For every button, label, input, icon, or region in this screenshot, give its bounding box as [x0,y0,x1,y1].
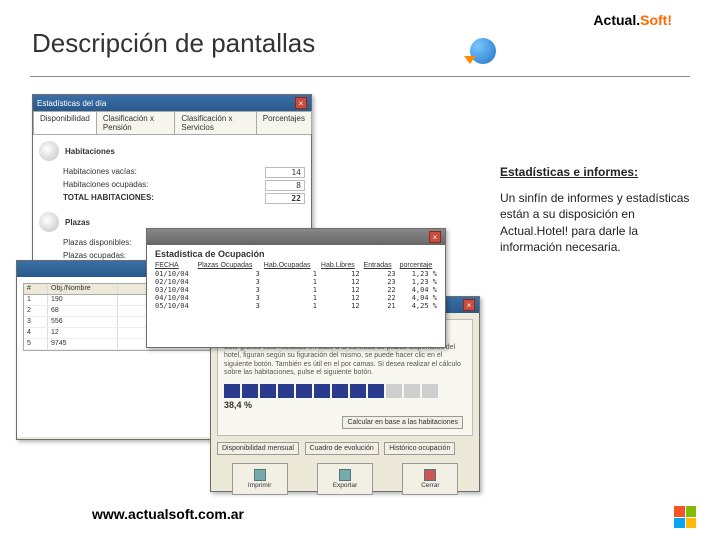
stats-tabs: Disponibilidad Clasificación x Pensión C… [33,111,311,135]
stat-total-value: 22 [265,193,305,204]
report-title: Estadística de Ocupación [155,249,445,259]
occupancy-gauge [224,384,466,398]
col-header: Hab.Libres [319,261,362,270]
tab-disponibilidad[interactable]: Disponibilidad [33,111,97,134]
globe-icon [464,36,500,72]
caption-block: Estadísticas e informes: Un sinfín de in… [500,164,690,255]
tab-servicios[interactable]: Clasificación x Servicios [174,111,256,134]
col-header: Hab.Ocupadas [262,261,319,270]
export-button[interactable]: Exportar [317,463,373,495]
stat-label: Habitaciones ocupadas: [63,180,148,191]
occupancy-table: FECHA Plazas Ocupadas Hab.Ocupadas Hab.L… [153,261,439,310]
seats-group: Plazas [65,218,90,227]
footer-url: www.actualsoft.com.ar [92,506,244,522]
close-icon[interactable]: × [463,299,475,311]
rooms-group: Habitaciones [65,147,115,156]
col-header[interactable]: Obj./Nombre [48,284,118,294]
table-row: 03/10/043112224,04 % [153,286,439,294]
seats-icon [39,212,59,232]
table-row: 04/10/043112224,04 % [153,294,439,302]
close-icon[interactable]: × [295,97,307,109]
availability-month-button[interactable]: Disponibilidad mensual [217,442,299,455]
stats-day-title: Estadísticas del día [37,99,106,108]
col-header: FECHA [153,261,195,270]
caption-heading: Estadísticas e informes: [500,164,690,180]
printer-icon [254,469,266,481]
calc-rooms-button[interactable]: Calcular en base a las habitaciones [342,416,463,429]
rooms-icon [39,141,59,161]
table-row: 02/10/043112231,23 % [153,278,439,286]
brand-part1: Actual. [593,12,640,28]
stat-value: 8 [265,180,305,191]
col-header: porcentaje [398,261,439,270]
stat-value: 14 [265,167,305,178]
percent-desc: Este gráfico está realizado en base a la… [224,344,466,378]
slide-title: Descripción de pantallas [32,28,315,59]
tab-porcentajes[interactable]: Porcentajes [256,111,312,134]
table-row: 01/10/043112231,23 % [153,270,439,278]
stat-label: Habitaciones vacías: [63,167,137,178]
close-icon[interactable]: × [429,231,441,243]
export-icon [339,469,351,481]
history-occupancy-button[interactable]: Histórico ocupación [384,442,455,455]
col-header: Plazas Ocupadas [195,261,261,270]
divider [30,76,690,77]
print-button[interactable]: Imprimir [232,463,288,495]
percent-value: 38,4 % [224,400,466,410]
close-button[interactable]: Cerrar [402,463,458,495]
stat-label: Plazas disponibles: [63,238,131,249]
evolution-chart-button[interactable]: Cuadro de evolución [305,442,379,455]
table-row: 05/10/043112214,25 % [153,302,439,310]
windows-logo-icon [674,506,696,528]
occupancy-report-window: × Estadística de Ocupación FECHA Plazas … [146,228,446,348]
brand: Actual.Soft! [593,12,672,28]
brand-part2: Soft! [640,12,672,28]
stat-total-label: TOTAL HABITACIONES: [63,193,154,204]
col-header[interactable]: # [24,284,48,294]
col-header: Entradas [362,261,398,270]
tab-pension[interactable]: Clasificación x Pensión [96,111,176,134]
close-action-icon [424,469,436,481]
caption-body: Un sinfín de informes y estadísticas est… [500,191,689,254]
